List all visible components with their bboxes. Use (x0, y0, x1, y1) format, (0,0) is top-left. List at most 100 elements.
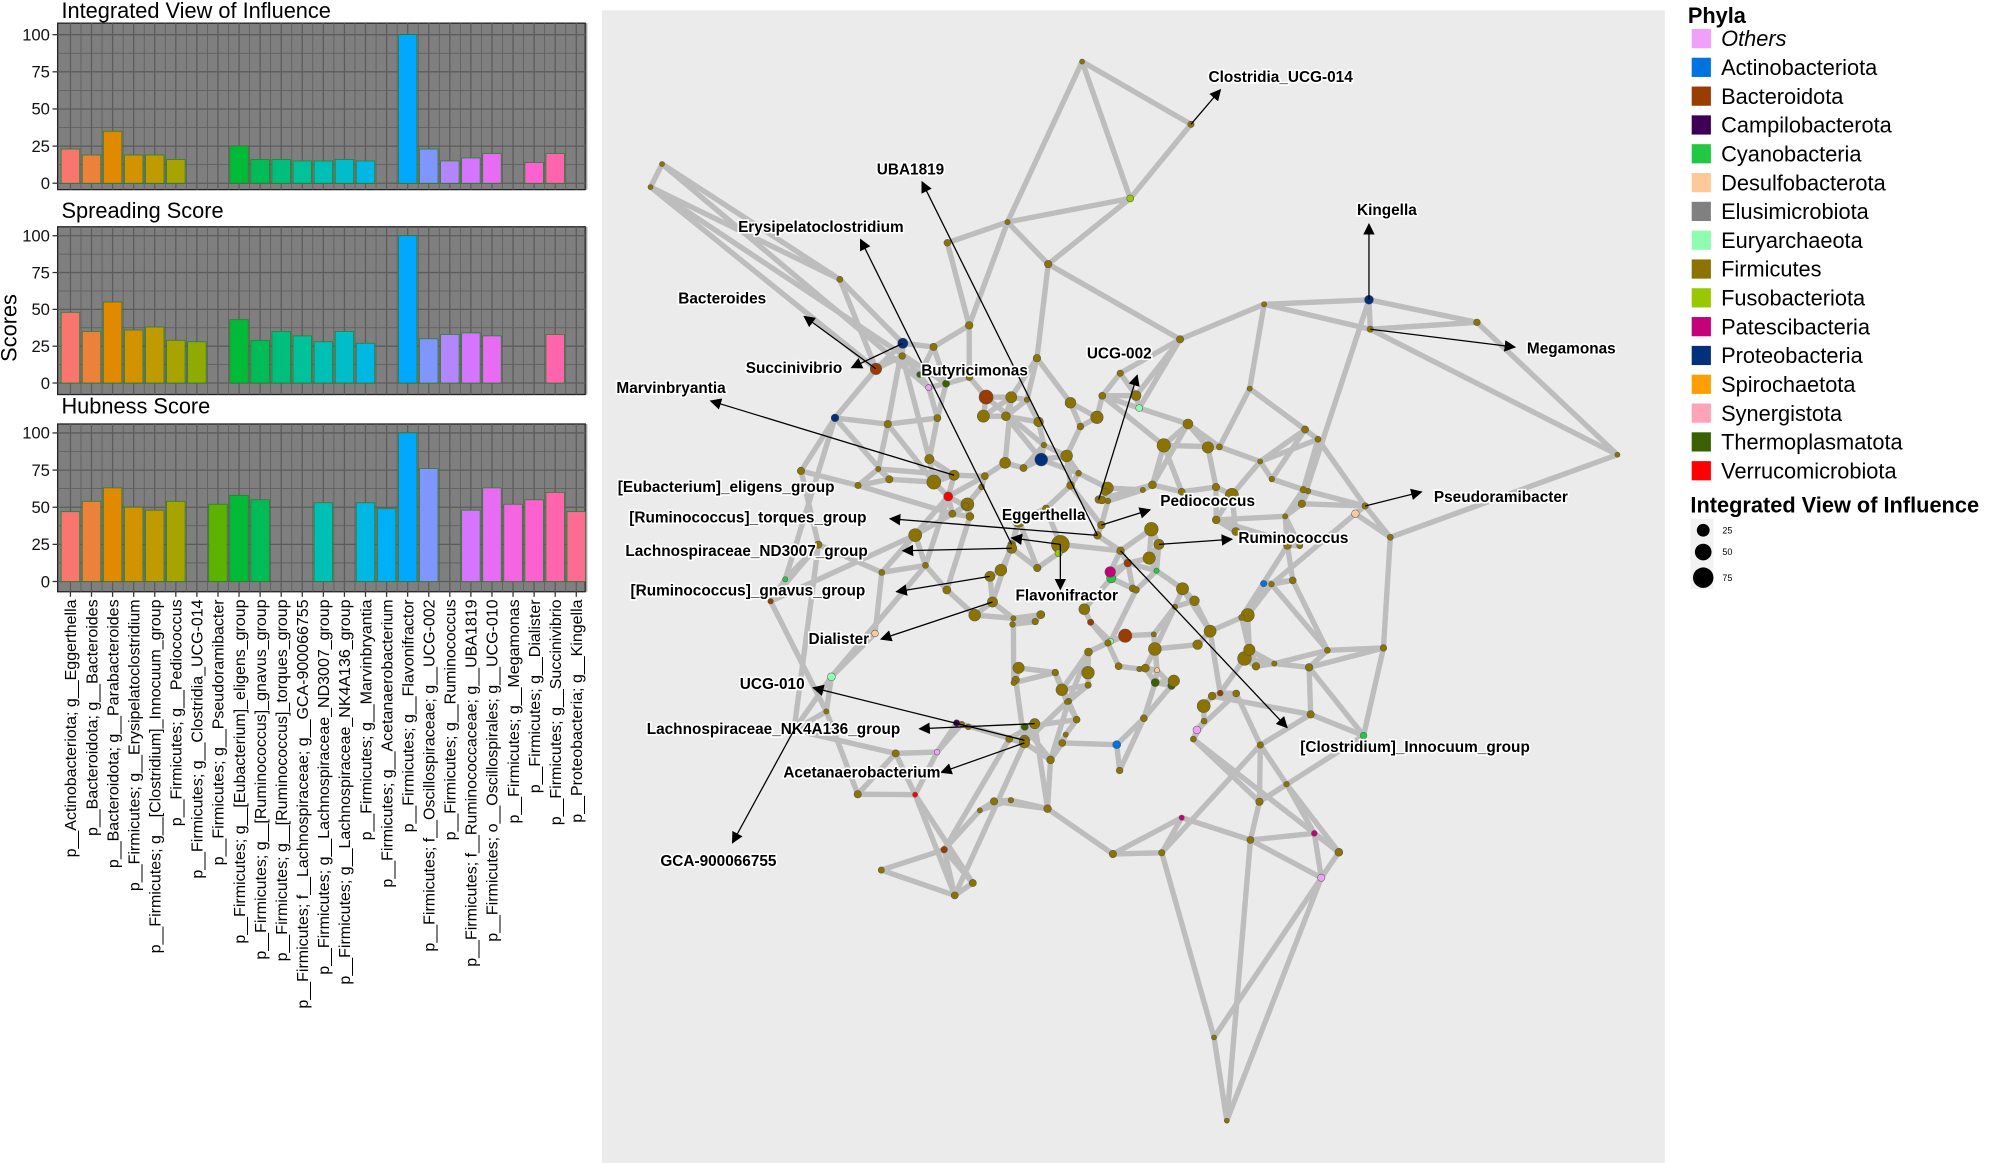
network-node[interactable] (871, 629, 879, 638)
network-node[interactable] (1010, 615, 1017, 622)
network-node[interactable] (1144, 522, 1159, 537)
network-node[interactable] (1268, 581, 1275, 588)
network-node[interactable] (1243, 643, 1256, 656)
network-node[interactable] (1132, 586, 1140, 594)
network-node[interactable] (647, 184, 654, 190)
network-node[interactable] (836, 275, 844, 283)
network-node[interactable] (1167, 674, 1180, 687)
network-node[interactable] (1212, 515, 1221, 525)
network-node[interactable] (977, 807, 983, 814)
network-node[interactable] (1007, 797, 1014, 804)
network-node[interactable] (1032, 354, 1042, 363)
network-node[interactable] (1150, 631, 1157, 638)
network-node[interactable] (830, 413, 840, 423)
network-node[interactable] (1010, 679, 1017, 686)
network-node[interactable] (965, 321, 974, 330)
network-node[interactable] (977, 409, 990, 423)
network-node[interactable] (1142, 551, 1156, 565)
network-node[interactable] (1055, 683, 1068, 696)
network-node[interactable] (1203, 624, 1217, 638)
network-node[interactable] (1297, 499, 1306, 508)
network-node[interactable] (877, 866, 885, 874)
network-node[interactable] (980, 472, 989, 480)
network-node[interactable] (1051, 668, 1059, 677)
network-node[interactable] (1257, 458, 1264, 465)
network-node[interactable] (926, 474, 942, 490)
network-node[interactable] (1104, 639, 1112, 647)
network-node[interactable] (925, 384, 933, 392)
network-node[interactable] (1232, 689, 1240, 698)
network-node[interactable] (1101, 487, 1110, 496)
network-node[interactable] (885, 475, 894, 484)
network-node[interactable] (1201, 441, 1214, 454)
network-node[interactable] (1301, 425, 1309, 434)
network-node[interactable] (1271, 660, 1278, 667)
network-node[interactable] (1614, 451, 1621, 458)
network-node[interactable] (1178, 814, 1185, 821)
network-node[interactable] (782, 576, 789, 583)
network-node[interactable] (1036, 610, 1046, 619)
network-node[interactable] (943, 239, 951, 247)
network-node[interactable] (1255, 797, 1264, 806)
network-node[interactable] (1009, 621, 1016, 628)
network-node[interactable] (1076, 422, 1085, 431)
network-node[interactable] (1246, 385, 1253, 392)
network-node[interactable] (1046, 755, 1055, 765)
network-node[interactable] (968, 879, 977, 887)
network-node[interactable] (912, 791, 918, 798)
network-node[interactable] (853, 790, 862, 799)
network-node[interactable] (875, 465, 882, 472)
network-node[interactable] (990, 797, 999, 806)
network-node[interactable] (978, 389, 994, 405)
network-node[interactable] (950, 891, 959, 900)
network-node[interactable] (1034, 452, 1048, 467)
network-node[interactable] (1192, 725, 1202, 735)
network-node[interactable] (827, 672, 836, 681)
network-node[interactable] (1005, 391, 1018, 404)
network-node[interactable] (962, 502, 970, 510)
network-node[interactable] (1324, 647, 1331, 654)
network-node[interactable] (1001, 411, 1011, 422)
network-node[interactable] (1058, 739, 1067, 747)
network-node[interactable] (1473, 318, 1481, 326)
network-node[interactable] (1072, 715, 1081, 724)
network-node[interactable] (1115, 766, 1124, 775)
network-node[interactable] (1044, 260, 1053, 269)
network-node[interactable] (1084, 681, 1092, 689)
network-node[interactable] (1104, 566, 1116, 578)
network-node[interactable] (1211, 1034, 1217, 1041)
network-node[interactable] (1256, 741, 1264, 749)
network-node[interactable] (1351, 509, 1360, 518)
network-node[interactable] (1154, 667, 1160, 674)
network-node[interactable] (1176, 582, 1189, 596)
network-node[interactable] (1104, 497, 1112, 505)
network-node[interactable] (1054, 549, 1063, 558)
network-node[interactable] (1311, 830, 1318, 837)
network-node[interactable] (1148, 642, 1162, 656)
network-node[interactable] (659, 161, 665, 167)
network-node[interactable] (1135, 404, 1143, 412)
network-node[interactable] (1158, 849, 1166, 857)
network-node[interactable] (1140, 714, 1148, 723)
network-node[interactable] (883, 420, 892, 429)
network-node[interactable] (1216, 443, 1223, 451)
network-node[interactable] (1116, 369, 1124, 377)
network-node[interactable] (1260, 580, 1268, 588)
network-node[interactable] (1246, 836, 1255, 844)
network-node[interactable] (1334, 848, 1344, 857)
network-node[interactable] (1282, 513, 1289, 520)
network-node[interactable] (1033, 563, 1042, 573)
network-node[interactable] (1043, 804, 1052, 813)
network-node[interactable] (1118, 628, 1133, 643)
network-node[interactable] (1379, 644, 1388, 652)
network-node[interactable] (1176, 335, 1184, 344)
network-node[interactable] (1299, 486, 1307, 494)
network-node[interactable] (1314, 435, 1322, 443)
network-node[interactable] (1060, 449, 1073, 463)
network-node[interactable] (1033, 416, 1044, 428)
network-node[interactable] (1040, 441, 1047, 449)
network-node[interactable] (1153, 567, 1160, 574)
network-node[interactable] (1064, 397, 1077, 409)
network-node[interactable] (908, 528, 922, 542)
network-node[interactable] (1305, 663, 1314, 672)
